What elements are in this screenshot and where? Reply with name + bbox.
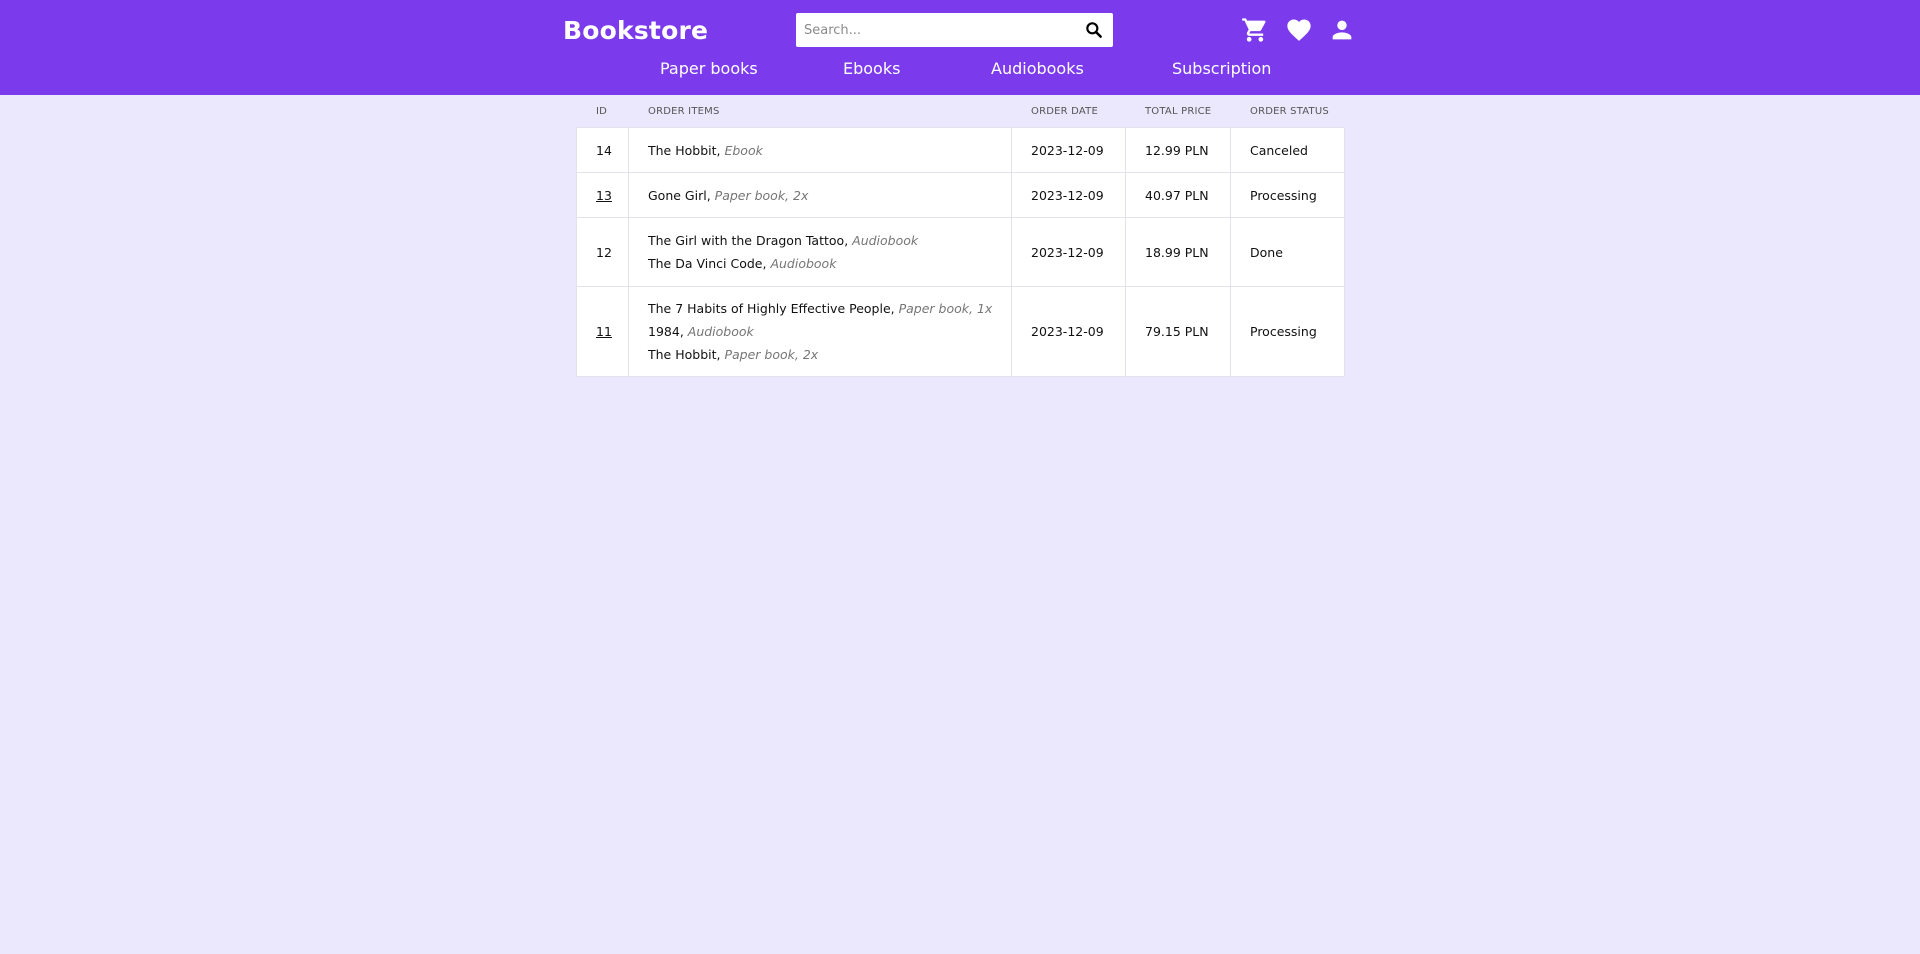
item-title: The Hobbit [648,347,717,362]
order-date-cell: 2023-12-09 [1011,286,1126,377]
col-header-status: ORDER STATUS [1250,106,1329,117]
item-format: Ebook [724,142,763,158]
user-icon[interactable] [1328,16,1356,44]
item-format: Audiobook [770,256,837,271]
item-title: The 7 Habits of Highly Effective People [648,301,891,316]
order-status-cell: Processing [1230,172,1345,218]
search-box [796,13,1113,47]
order-date-cell: 2023-12-09 [1011,172,1126,218]
col-header-price: TOTAL PRICE [1145,106,1212,117]
order-id-cell: 13 [576,172,629,218]
item-format: Audiobook [852,233,919,248]
table-row: 12 The Girl with the Dragon Tattoo, Audio… [576,217,1345,287]
item-format: Audiobook [687,324,754,339]
order-item: The Girl with the Dragon Tattoo, Audiobo… [648,229,992,252]
order-id-cell: 14 [576,127,629,173]
order-item: Gone Girl, Paper book, 2x [648,184,992,207]
order-item: The 7 Habits of Highly Effective People,… [648,297,992,320]
item-separator: , [890,301,899,316]
order-items-cell: Gone Girl, Paper book, 2x [628,172,1012,218]
order-items-cell: The Hobbit, Ebook [628,127,1012,173]
nav-ebooks[interactable]: Ebooks [843,59,900,78]
item-title: 1984 [648,324,680,339]
nav-paper-books[interactable]: Paper books [660,59,758,78]
order-item: 1984, Audiobook [648,320,992,343]
search-input[interactable] [796,13,1066,47]
col-header-id: ID [596,106,608,117]
table-row: 13 Gone Girl, Paper book, 2x 2023-12-09 40.… [576,172,1345,218]
col-header-date: ORDER DATE [1031,106,1098,117]
order-id-link[interactable]: 13 [596,188,612,203]
heart-icon[interactable] [1285,16,1313,44]
order-id-cell: 11 [576,286,629,377]
nav-audiobooks[interactable]: Audiobooks [991,59,1084,78]
item-separator: , [706,187,715,203]
order-price-cell: 18.99 PLN [1125,217,1231,287]
order-date-cell: 2023-12-09 [1011,217,1126,287]
search-icon[interactable] [1084,20,1104,40]
item-format: Paper book, 2x [724,347,819,362]
order-items-cell: The 7 Habits of Highly Effective People,… [628,286,1012,377]
order-items-cell: The Girl with the Dragon Tattoo, Audiobo… [628,217,1012,287]
item-separator: , [679,324,688,339]
orders-table-body: 14 The Hobbit, Ebook 2023-12-09 12.99 PLN Ca… [576,127,1345,377]
order-status-cell: Processing [1230,286,1345,377]
item-format: Paper book, 1x [898,301,993,316]
order-item: The Hobbit, Ebook [648,139,992,162]
order-price-cell: 12.99 PLN [1125,127,1231,173]
order-status-cell: Done [1230,217,1345,287]
order-item: The Hobbit, Paper book, 2x [648,343,992,366]
order-price-cell: 40.97 PLN [1125,172,1231,218]
order-item: The Da Vinci Code, Audiobook [648,252,992,275]
col-header-items: ORDER ITEMS [648,106,720,117]
order-price-cell: 79.15 PLN [1125,286,1231,377]
item-title: The Da Vinci Code [648,256,763,271]
cart-icon[interactable] [1241,16,1269,44]
order-status-cell: Canceled [1230,127,1345,173]
item-title: Gone Girl [648,187,707,203]
item-separator: , [844,233,853,248]
order-id-link[interactable]: 11 [596,324,612,339]
nav-subscription[interactable]: Subscription [1172,59,1271,78]
orders-table: ID ORDER ITEMS ORDER DATE TOTAL PRICE OR… [576,100,1345,377]
item-format: Paper book, 2x [714,187,809,203]
order-id-cell: 12 [576,217,629,287]
item-title: The Hobbit [648,142,717,158]
table-header: ID ORDER ITEMS ORDER DATE TOTAL PRICE OR… [576,100,1344,127]
item-title: The Girl with the Dragon Tattoo [648,233,845,248]
brand-logo[interactable]: Bookstore [563,16,708,45]
order-date-cell: 2023-12-09 [1011,127,1126,173]
top-bar: Bookstore Paper books Ebooks Audiobooks … [0,0,1920,95]
table-row: 14 The Hobbit, Ebook 2023-12-09 12.99 PLN Ca… [576,127,1345,173]
table-row: 11 The 7 Habits of Highly Effective Peopl… [576,286,1345,377]
